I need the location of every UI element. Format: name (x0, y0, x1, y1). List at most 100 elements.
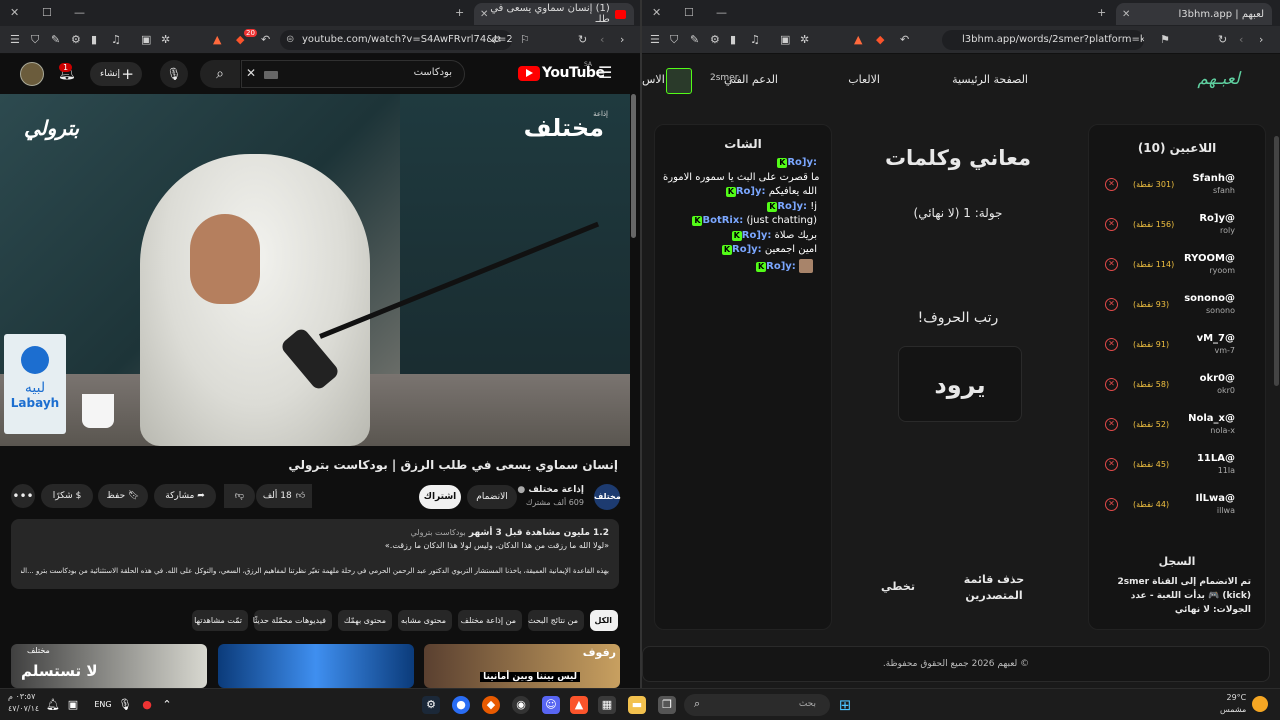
right-scrollbar[interactable] (1274, 136, 1279, 386)
wallet-icon[interactable]: ⚙ (71, 33, 81, 46)
back-icon[interactable]: ‹ (1239, 33, 1243, 46)
maximize-icon[interactable]: ☐ (42, 6, 52, 19)
like-button[interactable]: 👍︎18 ألف (256, 484, 312, 508)
search-input[interactable]: ✕ بودكاست (241, 60, 465, 88)
taskbar-search[interactable]: بحث ⌕ (684, 694, 830, 716)
menu-icon[interactable]: ☰ (650, 33, 660, 46)
brave-rewards-icon[interactable]: ▲ (213, 33, 221, 46)
chip-all[interactable]: الكل (590, 610, 618, 631)
tab-youtube[interactable]: (1) إنسان سماوي يسعى في طلـ ✕ (474, 3, 634, 25)
sidebar-icon[interactable]: ▮ (91, 33, 97, 46)
tray-chevron-icon[interactable]: ⌃ (158, 696, 176, 714)
clear-search-icon[interactable]: ✕ (246, 66, 256, 80)
remove-player-icon[interactable]: ✕ (1105, 178, 1118, 191)
clock[interactable]: ٠٣:٥٧ م ٤٧/٠٧/١٤ (8, 691, 39, 715)
chip-from-channel[interactable]: من إذاعة مختلف (458, 610, 522, 631)
remove-player-icon[interactable]: ✕ (1105, 338, 1118, 351)
chip-recent[interactable]: فيديوهات محمّلة حديثًا (253, 610, 332, 631)
remove-player-icon[interactable]: ✕ (1105, 258, 1118, 271)
back-history-icon[interactable]: ↶ (900, 33, 909, 46)
minimize-icon[interactable]: — (716, 6, 727, 19)
voice-search-icon[interactable]: 🎙︎ (160, 60, 188, 88)
steam-icon[interactable]: ⚙ (422, 696, 440, 714)
players-list[interactable]: @Sfanh sfanh (301 نقطة) ✕ @Ro]y roly (156 نقطة… (1099, 173, 1259, 537)
channel-avatar[interactable]: مختلف (594, 484, 621, 510)
clear-leaderboard-button[interactable]: حذف قائمة المتصدرين (954, 572, 1034, 604)
more-actions-icon[interactable]: ••• (11, 484, 35, 508)
obs-icon[interactable]: ◉ (512, 696, 530, 714)
keyboard-icon[interactable] (264, 71, 278, 79)
video-player[interactable]: لبيه Labayh مختلف إذاعة بترولي (0, 94, 630, 446)
back-icon[interactable]: ‹ (600, 33, 604, 46)
reload-icon[interactable]: ↻ (1218, 33, 1227, 46)
music-icon[interactable]: ♫ (750, 33, 760, 46)
youtube-logo-text[interactable]: YouTube (542, 65, 605, 81)
language-indicator[interactable]: ENG (90, 696, 116, 714)
screenshot-icon[interactable]: ▣ (141, 33, 151, 46)
tab-close-icon[interactable]: ✕ (480, 9, 488, 20)
app-icon[interactable]: ◆ (482, 696, 500, 714)
chip-for-you[interactable]: محتوى بهمّك (338, 610, 392, 631)
bookmark-icon[interactable]: ⚑ (1160, 33, 1170, 46)
brave-icon[interactable]: ▲ (570, 696, 588, 714)
hamburger-menu-icon[interactable]: ☰ (598, 63, 612, 82)
extension-icon[interactable]: ✎ (690, 33, 699, 46)
notifications-icon[interactable]: 🔔︎ (44, 696, 62, 714)
search-button[interactable]: ⌕ (200, 60, 240, 88)
youtube-logo-icon[interactable] (518, 66, 540, 81)
tab-close-icon[interactable]: ✕ (1122, 9, 1130, 20)
dislike-button[interactable]: 👎︎ (224, 484, 255, 508)
new-tab-icon[interactable]: + (1097, 6, 1106, 19)
save-button[interactable]: 🔖︎ حفظ (98, 484, 148, 508)
chip-similar[interactable]: محتوى مشابه (398, 610, 452, 631)
chip-search-results[interactable]: من نتائج البحث (528, 610, 584, 631)
extension-icon[interactable]: ✎ (51, 33, 60, 46)
brave-shield-icon[interactable]: ◆ (236, 33, 244, 46)
bookmark-icon[interactable]: ⚐ (520, 33, 530, 46)
remove-player-icon[interactable]: ✕ (1105, 298, 1118, 311)
user-avatar[interactable] (666, 68, 692, 94)
nav-games[interactable]: الالعاب (848, 73, 880, 86)
thumbnail-1[interactable]: رفوف ليس بيننا وبين أمانينا (424, 644, 620, 688)
subscribe-button[interactable]: اشتراك (419, 485, 461, 509)
remove-player-icon[interactable]: ✕ (1105, 378, 1118, 391)
site-logo[interactable]: لعبـهم (1197, 69, 1240, 89)
thumbnail-2[interactable] (218, 644, 414, 688)
brave-rewards-icon[interactable]: ▲ (854, 33, 862, 46)
record-icon[interactable]: ● (138, 696, 156, 714)
maximize-icon[interactable]: ☐ (684, 6, 694, 19)
forward-icon[interactable]: › (1259, 33, 1263, 46)
channel-name-row[interactable]: إذاعة مختلف ● (517, 485, 584, 495)
new-tab-icon[interactable]: + (455, 6, 464, 19)
share-url-icon[interactable]: ⇄ (492, 33, 501, 46)
network-icon[interactable]: ▣ (64, 696, 82, 714)
discord-icon[interactable]: ☺ (542, 696, 560, 714)
share-button[interactable]: ➦ مشاركة (154, 484, 216, 508)
site-info-icon[interactable]: ⊜ (286, 30, 294, 50)
forward-icon[interactable]: › (620, 33, 624, 46)
remove-player-icon[interactable]: ✕ (1105, 458, 1118, 471)
file-explorer-icon[interactable]: ▬ (628, 696, 646, 714)
sidebar-icon[interactable]: ▮ (730, 33, 736, 46)
screenshot-icon[interactable]: ▣ (780, 33, 790, 46)
puzzle-icon[interactable]: ✲ (161, 33, 170, 46)
wallet-icon[interactable]: ⚙ (710, 33, 720, 46)
avatar[interactable] (20, 62, 44, 86)
thanks-button[interactable]: $ شكرًا (41, 484, 93, 508)
remove-player-icon[interactable]: ✕ (1105, 498, 1118, 511)
description-box[interactable]: 1.2 مليون مشاهدة قبل 3 أشهر بودكاست بترو… (11, 519, 619, 589)
tab-l3bhm[interactable]: لعبهم | l3bhm.app ✕ (1116, 3, 1272, 25)
nav-more[interactable]: الاس (642, 73, 665, 86)
remove-player-icon[interactable]: ✕ (1105, 218, 1118, 231)
skip-button[interactable]: تخطي (868, 580, 928, 593)
thumbnail-3[interactable]: مختلف لا تستسلم (11, 644, 207, 688)
mic-icon[interactable]: 🎙︎ (116, 696, 134, 714)
join-button[interactable]: الانضمام (467, 485, 517, 509)
shield-icon[interactable]: ⛉ (670, 33, 678, 47)
remove-player-icon[interactable]: ✕ (1105, 418, 1118, 431)
back-history-icon[interactable]: ↶ (261, 33, 270, 46)
menu-icon[interactable]: ☰ (10, 33, 20, 46)
reload-icon[interactable]: ↻ (578, 33, 587, 46)
page-scrollbar[interactable] (631, 94, 636, 238)
shield-icon[interactable]: ⛉ (31, 33, 39, 47)
